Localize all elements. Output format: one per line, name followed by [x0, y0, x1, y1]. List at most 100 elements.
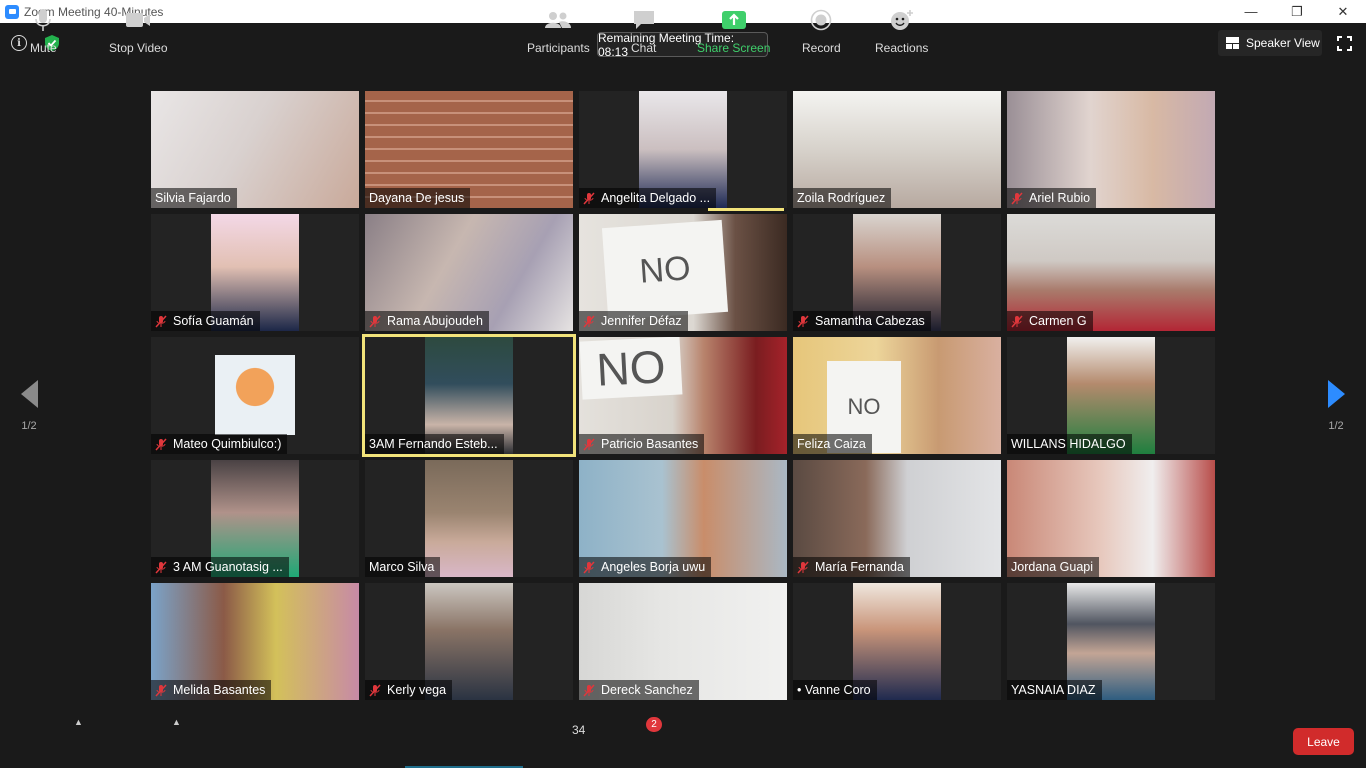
muted-mic-icon — [369, 314, 381, 328]
participant-name-label: Melida Basantes — [151, 680, 272, 700]
record-icon — [810, 8, 832, 32]
participant-tile[interactable]: Carmen G — [1007, 214, 1215, 331]
participant-name-label: Samantha Cabezas — [793, 311, 931, 331]
chat-unread-badge: 2 — [646, 717, 662, 732]
participant-name-label: Patricio Basantes — [579, 434, 705, 454]
participant-name-label: Carmen G — [1007, 311, 1093, 331]
participant-name-label: Angelita Delgado ... — [579, 188, 717, 208]
participant-tile[interactable]: • Vanne Coro — [793, 583, 1001, 700]
speaking-indicator — [708, 208, 784, 211]
zoom-app-icon — [5, 4, 19, 19]
muted-mic-icon — [155, 314, 167, 328]
participant-name-label: WILLANS HIDALGO — [1007, 434, 1132, 454]
muted-mic-icon — [583, 560, 595, 574]
participant-tile[interactable]: Jordana Guapi — [1007, 460, 1215, 577]
participant-tile[interactable]: Rama Abujoudeh — [365, 214, 573, 331]
participant-name-label: María Fernanda — [793, 557, 910, 577]
previous-page-button[interactable]: 1/2 — [14, 380, 44, 432]
arrow-left-icon — [20, 380, 38, 408]
participant-tile[interactable]: Silvia Fajardo — [151, 91, 359, 208]
participant-tile[interactable]: Sofía Guamán — [151, 214, 359, 331]
participant-tile[interactable]: Marco Silva — [365, 460, 573, 577]
muted-mic-icon — [155, 560, 167, 574]
smiley-plus-icon — [890, 8, 914, 32]
next-page-button[interactable]: 1/2 — [1321, 380, 1351, 432]
sign-text: NO — [595, 340, 667, 396]
participant-name-label: Silvia Fajardo — [151, 188, 237, 208]
muted-mic-icon — [583, 683, 595, 697]
fullscreen-icon[interactable] — [1337, 36, 1352, 51]
participant-tile[interactable]: Dayana De jesus — [365, 91, 573, 208]
participant-tile[interactable]: Kerly vega — [365, 583, 573, 700]
speaker-view-label: Speaker View — [1246, 36, 1320, 50]
reactions-label: Reactions — [875, 41, 929, 55]
video-options-caret-icon[interactable]: ▲ — [172, 717, 182, 727]
muted-mic-icon — [155, 683, 167, 697]
restore-button[interactable]: ❐ — [1274, 0, 1320, 23]
participant-tile[interactable]: NO Feliza Caiza — [793, 337, 1001, 454]
layout-icon — [1226, 37, 1239, 49]
participant-name-label: Kerly vega — [365, 680, 453, 700]
gallery-grid: Silvia Fajardo Dayana De jesus Angelita … — [151, 91, 1215, 700]
reactions-button[interactable]: Reactions — [875, 8, 928, 54]
participant-tile[interactable]: Samantha Cabezas — [793, 214, 1001, 331]
speaker-view-button[interactable]: Speaker View — [1218, 30, 1322, 56]
participant-name-label: 3AM Fernando Esteb... — [365, 434, 504, 454]
participant-name-label: Zoila Rodríguez — [793, 188, 892, 208]
muted-mic-icon — [155, 437, 167, 451]
participant-tile-active-speaker[interactable]: 3AM Fernando Esteb... — [362, 334, 576, 457]
record-label: Record — [802, 41, 841, 55]
participant-name-label: Ariel Rubio — [1007, 188, 1097, 208]
audio-options-caret-icon[interactable]: ▲ — [74, 717, 84, 727]
participants-button[interactable]: Participants — [527, 8, 590, 54]
sign-text: NO — [638, 248, 692, 291]
participant-tile[interactable]: Zoila Rodríguez — [793, 91, 1001, 208]
minimize-button[interactable]: — — [1228, 0, 1274, 23]
close-button[interactable]: ✕ — [1320, 0, 1366, 23]
participant-tile[interactable]: Angelita Delgado ... — [579, 91, 787, 208]
record-button[interactable]: Record — [802, 8, 841, 54]
muted-mic-icon — [797, 560, 809, 574]
participant-name-label: Angeles Borja uwu — [579, 557, 712, 577]
share-screen-button[interactable]: Share Screen — [697, 8, 770, 54]
muted-mic-icon — [1011, 191, 1023, 205]
participants-label: Participants — [527, 41, 590, 55]
participant-name-label: Mateo Quimbiulco:) — [151, 434, 288, 454]
participants-icon — [545, 8, 572, 32]
sign-paper: NO — [601, 219, 729, 321]
participant-tile[interactable]: Ariel Rubio — [1007, 91, 1215, 208]
page-indicator-right: 1/2 — [1328, 420, 1344, 432]
muted-mic-icon — [797, 314, 809, 328]
participant-tile[interactable]: Dereck Sanchez — [579, 583, 787, 700]
avatar-image — [215, 355, 295, 435]
participant-name-label: Marco Silva — [365, 557, 441, 577]
participant-tile[interactable]: YASNAIA DIAZ — [1007, 583, 1215, 700]
sign-paper: NO — [579, 337, 683, 400]
share-screen-icon — [721, 8, 747, 32]
stop-video-button[interactable]: Stop Video — [109, 8, 168, 54]
sign-text: NO — [847, 394, 881, 419]
meeting-info-icon[interactable]: i — [11, 35, 27, 51]
participant-tile[interactable]: Mateo Quimbiulco:) — [151, 337, 359, 454]
participant-tile[interactable]: María Fernanda — [793, 460, 1001, 577]
participant-tile[interactable]: Melida Basantes — [151, 583, 359, 700]
participant-tile[interactable]: 3 AM Guanotasig ... — [151, 460, 359, 577]
participant-tile[interactable]: NO Patricio Basantes — [579, 337, 787, 454]
page-indicator-left: 1/2 — [21, 420, 37, 432]
chat-button[interactable]: Chat — [631, 8, 656, 54]
chat-label: Chat — [631, 41, 657, 55]
participant-tile[interactable]: Angeles Borja uwu — [579, 460, 787, 577]
share-screen-label: Share Screen — [697, 41, 771, 55]
window-titlebar: Zoom Meeting 40-Minutes — ❐ ✕ — [0, 0, 1366, 23]
arrow-right-icon — [1327, 380, 1345, 408]
muted-mic-icon — [583, 437, 595, 451]
participant-tile[interactable]: NO Jennifer Défaz — [579, 214, 787, 331]
participant-count: 34 — [572, 723, 586, 737]
video-camera-icon — [125, 8, 151, 32]
muted-mic-icon — [583, 191, 595, 205]
participant-name-label: Dayana De jesus — [365, 188, 471, 208]
participant-tile[interactable]: WILLANS HIDALGO — [1007, 337, 1215, 454]
leave-meeting-button[interactable]: Leave — [1293, 728, 1354, 755]
chat-bubble-icon — [632, 8, 656, 32]
mute-button[interactable]: Mute — [30, 8, 57, 54]
